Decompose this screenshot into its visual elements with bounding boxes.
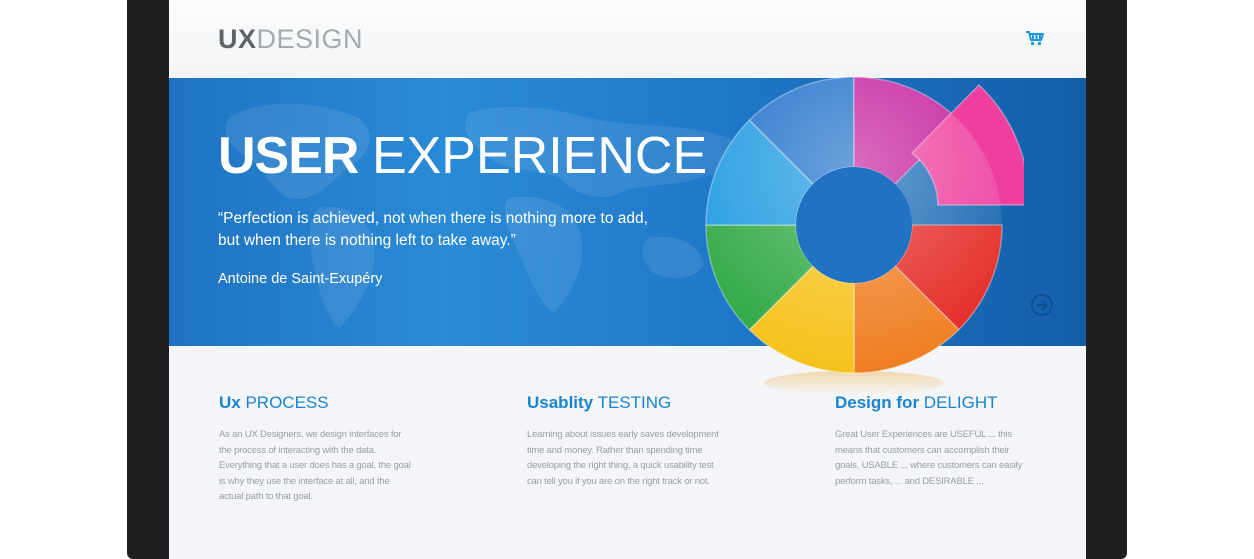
hero-quote-author: Antoine de Saint-Exupéry [218,271,383,287]
color-wheel-icon [705,76,1024,395]
feature-title[interactable]: Ux PROCESS [219,392,414,414]
feature-title[interactable]: Design for DELIGHT [835,392,1030,414]
feature-title-light: DELIGHT [923,393,998,412]
logo-light-text: DESIGN [256,24,364,54]
hero-quote: “Perfection is achieved, not when there … [218,210,648,249]
feature-design-for-delight: Design for DELIGHT Great User Experience… [835,392,1030,489]
feature-title-bold: Design for [835,393,920,412]
arrow-right-circle-icon[interactable] [1030,293,1054,317]
feature-title-bold: Usablity [527,393,594,412]
feature-title-light: TESTING [597,393,672,412]
feature-title[interactable]: Usablity TESTING [527,392,722,414]
logo[interactable]: UXDESIGN [218,24,363,54]
feature-title-light: PROCESS [245,393,329,412]
feature-description: Learning about issues early saves develo… [527,429,719,487]
logo-bold-text: UX [218,24,257,54]
feature-title-bold: Ux [219,393,241,412]
feature-description: As an UX Designers, we design interfaces… [219,429,411,502]
screen: UXDESIGN USER EXPERIENCE “Perfection is … [169,0,1086,559]
hero-title-light: EXPERIENCE [371,127,708,185]
feature-usability-testing: Usablity TESTING Learning about issues e… [527,392,722,489]
feature-ux-process: Ux PROCESS As an UX Designers, we design… [219,392,414,505]
hero-title: USER EXPERIENCE [218,128,707,184]
feature-description: Great User Experiences are USEFUL ... th… [835,429,1023,487]
shopping-cart-icon[interactable] [1025,30,1045,46]
hero-title-bold: USER [218,127,359,185]
